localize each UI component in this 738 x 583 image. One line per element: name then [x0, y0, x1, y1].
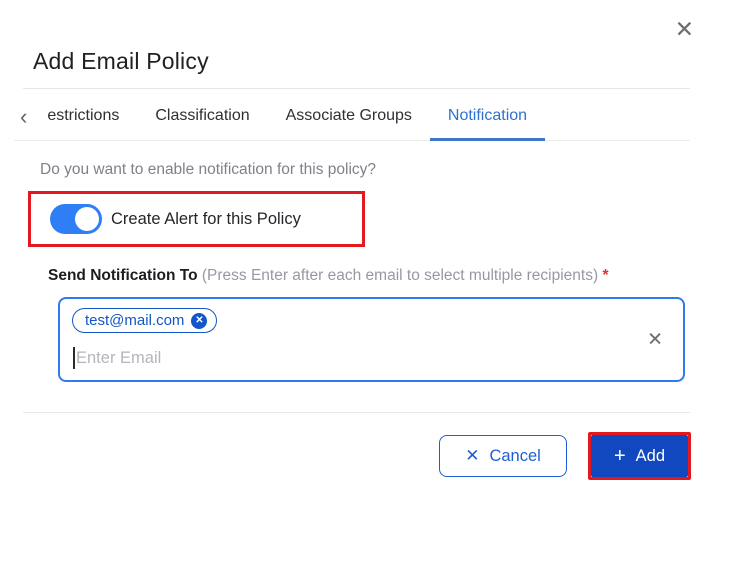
- required-asterisk: *: [602, 267, 609, 284]
- cancel-button-label: Cancel: [489, 446, 541, 465]
- email-chip: test@mail.com ✕: [72, 308, 218, 333]
- tab-associate-groups[interactable]: Associate Groups: [268, 92, 430, 140]
- add-button[interactable]: + Add: [591, 435, 688, 477]
- tab-classification[interactable]: Classification: [137, 92, 267, 140]
- toggle-knob: [75, 207, 99, 231]
- email-recipients-field[interactable]: test@mail.com ✕ ✕: [58, 297, 685, 382]
- footer-divider: [23, 412, 690, 413]
- tab-restrictions[interactable]: estrictions: [29, 92, 137, 140]
- toggle-highlight-box: Create Alert for this Policy: [28, 191, 365, 247]
- chip-remove-icon[interactable]: ✕: [191, 312, 208, 329]
- email-entry-row: [73, 347, 396, 369]
- field-label-hint: (Press Enter after each email to select …: [201, 267, 599, 284]
- footer-actions: ✕ Cancel + Add: [0, 432, 738, 480]
- add-highlight-box: + Add: [588, 432, 691, 480]
- add-button-label: Add: [635, 446, 666, 465]
- close-icon[interactable]: ✕: [675, 18, 694, 41]
- tab-notification[interactable]: Notification: [429, 92, 546, 141]
- create-alert-toggle[interactable]: [50, 204, 102, 234]
- email-chip-label: test@mail.com: [85, 312, 185, 329]
- text-cursor: [73, 347, 75, 369]
- add-email-policy-dialog: ✕ Add Email Policy ‹ estrictions Classif…: [0, 0, 738, 583]
- field-label-text: Send Notification To: [48, 267, 198, 284]
- page-title: Add Email Policy: [33, 48, 209, 74]
- tab-bar: ‹ estrictions Classification Associate G…: [14, 89, 690, 141]
- toggle-label: Create Alert for this Policy: [111, 209, 301, 228]
- cancel-button[interactable]: ✕ Cancel: [439, 435, 567, 477]
- cancel-x-icon: ✕: [465, 446, 480, 465]
- tabs-scroll-left-icon[interactable]: ‹: [14, 106, 29, 140]
- clear-field-icon[interactable]: ✕: [647, 330, 663, 349]
- send-notification-label: Send Notification To (Press Enter after …: [48, 263, 626, 288]
- add-plus-icon: +: [613, 444, 626, 467]
- enable-notification-question: Do you want to enable notification for t…: [40, 161, 377, 178]
- email-input[interactable]: [76, 348, 396, 368]
